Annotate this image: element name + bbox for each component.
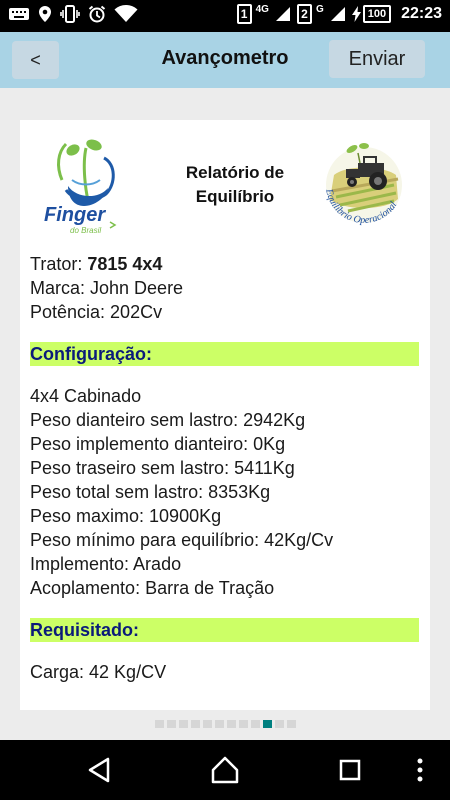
config-item: Implemento: Arado [30,554,182,574]
page-dot [250,720,260,728]
page-dot [178,720,188,728]
app-bar: < Avançometro Enviar [0,32,450,88]
report-card[interactable]: Finger do Brasil Relatório de Equilíbrio [20,120,430,710]
requested-list: Carga: 42 Kg/CV [30,660,419,684]
home-icon[interactable] [209,754,241,786]
vibrate-icon [60,5,80,23]
page-dot [202,720,212,728]
sim2-indicator: 2 [296,4,312,24]
page-dot [214,720,224,728]
back-button[interactable]: < [12,41,59,79]
tractor-brand: Marca: John Deere [30,278,184,298]
page-dot [226,720,236,728]
battery-level: 100 [362,5,392,23]
config-item: Peso traseiro sem lastro: 5411Kg [30,458,295,478]
page-dot [238,720,248,728]
configuration-list: 4x4 Cabinado Peso dianteiro sem lastro: … [30,384,419,600]
page-dot [274,720,284,728]
wifi-icon [114,5,138,22]
back-triangle-icon[interactable] [84,754,116,786]
navigation-bar [0,740,450,800]
report-title-line-2: Equilíbrio [195,187,275,206]
system-indicators: 1 4G 2 G 100 22:23 [236,4,442,24]
config-item: Acoplamento: Barra de Tração [30,578,275,598]
recent-apps-icon[interactable] [334,754,366,786]
report-title: Relatório de Equilíbrio [160,161,310,209]
page-dot [166,720,176,728]
page-dot-active [262,720,272,728]
location-icon [39,6,51,22]
tractor-model-value: 7815 4x4 [87,254,163,274]
battery-indicator: 100 [351,5,392,23]
sim1-indicator: 1 [236,4,252,24]
page-dot [154,720,164,728]
requested-item: Carga: 42 Kg/CV [30,662,167,682]
configuration-section-header: Configuração: [30,342,419,366]
send-button[interactable]: Enviar [329,40,425,78]
report-title-line-1: Relatório de [185,163,285,182]
page-indicator [0,720,450,728]
requested-section-header: Requisitado: [30,618,419,642]
signal-strength-icon [330,7,345,21]
tractor-model-label: Trator: [30,254,88,274]
finger-logo-brand: Finger [44,204,106,226]
signal-strength-icon [275,7,290,21]
page-dot [190,720,200,728]
page-dot [286,720,296,728]
tractor-info: Trator: 7815 4x4 Marca: John Deere Potên… [30,252,419,324]
config-item: Peso implemento dianteiro: 0Kg [30,434,286,454]
config-item: Peso dianteiro sem lastro: 2942Kg [30,410,306,430]
clock: 22:23 [401,5,442,22]
more-options-icon[interactable] [410,754,430,786]
status-bar: 1 4G 2 G 100 22:23 [0,0,450,32]
config-item: Peso maximo: 10900Kg [30,506,222,526]
equilibrio-operacional-logo: Equilíbrio Operacional [323,143,402,226]
config-item: Peso total sem lastro: 8353Kg [30,482,271,502]
sim2-network-type: G [315,4,324,15]
keyboard-icon [9,8,29,20]
charging-bolt-icon [351,6,361,22]
config-item: Peso mínimo para equilíbrio: 42Kg/Cv [30,530,334,550]
finger-logo-subtitle: do Brasil [70,226,101,235]
report-header: Finger do Brasil Relatório de Equilíbrio [30,134,419,252]
tractor-power: Potência: 202Cv [30,302,163,322]
tractor-model: Trator: 7815 4x4 [30,252,419,276]
finger-do-brasil-logo: Finger do Brasil [44,139,117,235]
sim1-network-type: 4G [255,4,269,15]
config-item: 4x4 Cabinado [30,386,142,406]
notification-icons [8,5,138,23]
alarm-icon [88,5,106,23]
content-area[interactable]: Finger do Brasil Relatório de Equilíbrio [0,88,450,740]
